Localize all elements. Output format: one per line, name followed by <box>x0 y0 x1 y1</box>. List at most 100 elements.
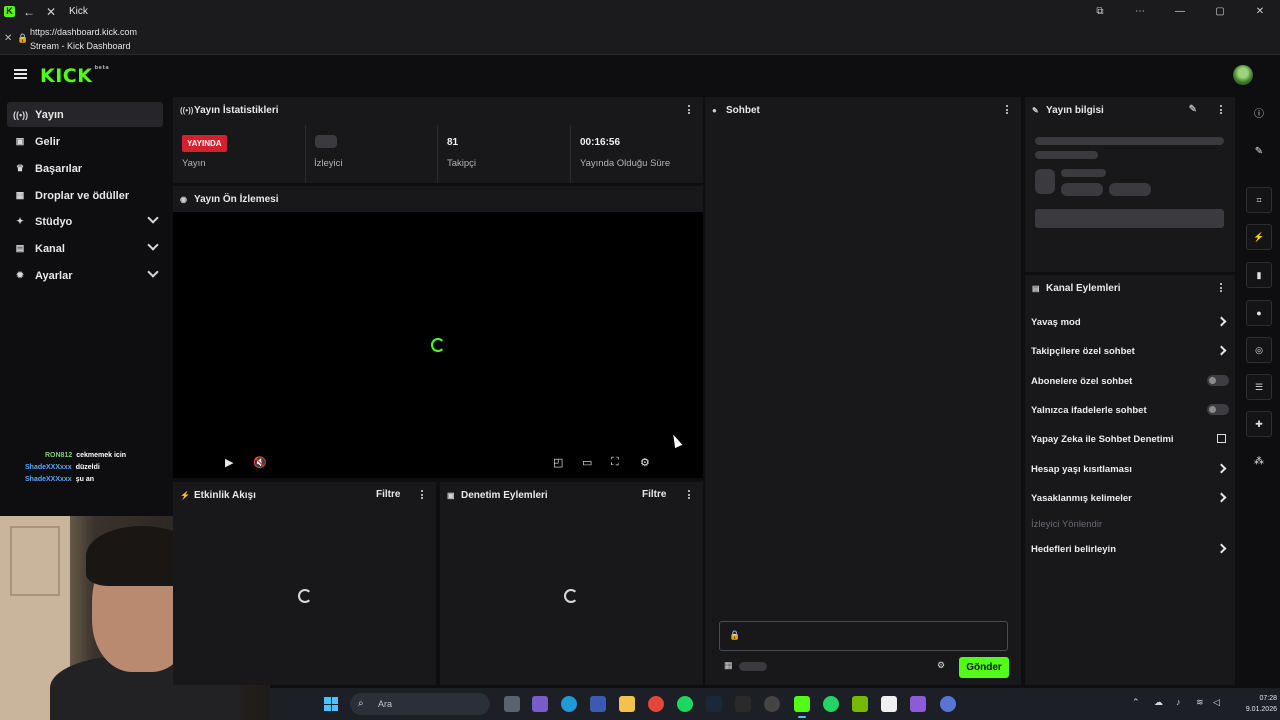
edit-pencil-icon[interactable]: ✎ <box>1189 104 1197 115</box>
kick-favicon-icon: K <box>4 6 15 17</box>
mute-icon[interactable]: 🔇 <box>253 456 267 469</box>
channel-action-banned-words[interactable]: Yasaklanmış kelimeler <box>1031 486 1229 510</box>
task-view-icon[interactable] <box>504 696 520 712</box>
broadcast-icon[interactable]: ◎ <box>1246 337 1272 363</box>
theater-mode-icon[interactable]: ▭ <box>582 456 592 469</box>
filter-button[interactable]: Filtre <box>376 489 400 500</box>
chrome-icon[interactable] <box>648 696 664 712</box>
discord-icon[interactable] <box>940 696 956 712</box>
layers-icon[interactable]: ☰ <box>1246 374 1272 400</box>
maximize-icon[interactable]: ▢ <box>1200 6 1240 17</box>
wifi-icon[interactable]: ≋ <box>1196 697 1204 708</box>
video-player[interactable]: ▶ 🔇 ◰ ▭ ⛶ ⚙ <box>173 212 703 478</box>
kebab-menu-icon[interactable] <box>688 490 691 500</box>
kick-logo[interactable]: KICK beta <box>40 65 109 87</box>
taskbar-search[interactable]: ⌕ Ara <box>350 693 490 715</box>
lightning-icon[interactable]: ⚡ <box>1246 224 1272 250</box>
channel-action-ai-moderation[interactable]: Yapay Zeka ile Sohbet Denetimi <box>1031 427 1229 451</box>
channel-action-account-age[interactable]: Hesap yaşı kısıtlaması <box>1031 457 1229 481</box>
calculator-icon[interactable] <box>735 696 751 712</box>
wrench-icon[interactable]: ✚ <box>1246 411 1272 437</box>
sidebar-item-ayarlar[interactable]: ✹ Ayarlar <box>7 263 163 288</box>
chevron-up-icon[interactable]: ⌃ <box>1132 697 1140 708</box>
volume-icon[interactable]: ◁ <box>1213 697 1220 708</box>
panel-header: ((•)) Yayın İstatistikleri <box>173 97 703 123</box>
panel-header: ▤ Kanal Eylemleri <box>1025 275 1235 301</box>
sidebar-item-basarilar[interactable]: ♛ Başarılar <box>7 156 163 181</box>
edit-pencil-icon[interactable]: ✎ <box>1246 139 1272 165</box>
chat-input[interactable]: 🔒 <box>719 621 1008 651</box>
sidebar-item-yayin[interactable]: ((•)) Yayın <box>7 102 163 127</box>
emotes-only-toggle[interactable] <box>1207 404 1229 415</box>
channel-action-slow-mode[interactable]: Yavaş mod <box>1031 310 1229 334</box>
chevron-down-icon[interactable] <box>147 239 159 251</box>
chevron-down-icon[interactable] <box>147 212 159 224</box>
fullscreen-icon[interactable]: ⛶ <box>611 456 619 469</box>
edge-browser-icon[interactable] <box>561 696 577 712</box>
microphone-icon[interactable]: ♪ <box>1176 697 1181 707</box>
close-window-icon[interactable]: ✕ <box>1240 6 1280 17</box>
chat-badge-placeholder <box>739 662 767 671</box>
subscribers-only-toggle[interactable] <box>1207 375 1229 386</box>
whatsapp-icon[interactable] <box>823 696 839 712</box>
avatar[interactable] <box>1233 65 1253 85</box>
chevron-down-icon[interactable] <box>147 266 159 278</box>
send-button[interactable]: Gönder <box>959 657 1009 678</box>
kebab-menu-icon[interactable] <box>1220 105 1223 115</box>
minimize-icon[interactable]: — <box>1160 6 1200 17</box>
lock-icon: 🔒 <box>17 33 29 43</box>
sidebar-item-droplar[interactable]: ▦ Droplar ve ödüller <box>7 183 163 208</box>
app-window-icon[interactable]: ⧉ <box>1080 6 1120 17</box>
nvidia-icon[interactable] <box>852 696 868 712</box>
file-explorer-icon[interactable] <box>619 696 635 712</box>
panel-title: Sohbet <box>726 104 760 116</box>
document-icon[interactable]: ▮ <box>1246 262 1272 288</box>
chat-settings-gear-icon[interactable]: ⚙ <box>937 660 945 671</box>
kebab-menu-icon[interactable] <box>688 105 691 115</box>
back-arrow-icon[interactable]: ← <box>21 4 37 20</box>
menu-icon[interactable] <box>14 69 27 79</box>
broadcast-icon: ((•)) <box>180 105 194 115</box>
sidebar-item-label: Droplar ve ödüller <box>35 189 130 202</box>
settings-gear-icon[interactable]: ⚙ <box>640 456 650 469</box>
eye-icon: ◉ <box>180 194 187 204</box>
play-icon[interactable]: ▶ <box>225 456 233 469</box>
kebab-menu-icon[interactable] <box>421 490 424 500</box>
stop-loading-icon[interactable]: ✕ <box>43 4 59 20</box>
sidebar-item-gelir[interactable]: ▣ Gelir <box>7 129 163 154</box>
stat-value: 00:16:56 <box>580 137 621 148</box>
windows-start-icon[interactable] <box>324 697 338 711</box>
kebab-menu-icon[interactable] <box>1220 283 1223 293</box>
close-icon[interactable]: ✕ <box>4 33 12 44</box>
panel-header: ● Sohbet <box>705 97 1021 123</box>
copilot-icon[interactable] <box>532 696 548 712</box>
chat-message: şu an <box>75 476 94 483</box>
emote-store-icon[interactable]: ▦ <box>724 660 733 671</box>
trophy-icon: ♛ <box>15 163 25 173</box>
channel-action-set-goals[interactable]: Hedefleri belirleyin <box>1031 537 1229 561</box>
sidebar-item-studyo[interactable]: ✦ Stüdyo <box>7 209 163 234</box>
browser-titlebar: K ← ✕ Kick ⧉ ⋯ — ▢ ✕ <box>0 0 1280 23</box>
channel-action-followers-only[interactable]: Takipçilere özel sohbet <box>1031 339 1229 363</box>
taskbar-clock[interactable]: 07:28 9.01.2026 <box>1227 693 1277 715</box>
chat-bubble-icon[interactable]: ● <box>1246 300 1272 326</box>
spotify-icon[interactable] <box>677 696 693 712</box>
steam-icon[interactable] <box>706 696 722 712</box>
store-icon[interactable] <box>590 696 606 712</box>
tool-rail: ⓘ ✎ ⌗ ⚡ ▮ ● ◎ ☰ ✚ ⁂ <box>1241 95 1280 685</box>
picture-in-picture-icon[interactable]: ◰ <box>553 456 563 469</box>
widgets-icon[interactable]: ⁂ <box>1246 449 1272 475</box>
n-app-icon[interactable] <box>910 696 926 712</box>
g-app-icon[interactable] <box>881 696 897 712</box>
cloud-icon[interactable]: ☁ <box>1154 697 1163 708</box>
info-icon[interactable]: ⓘ <box>1246 102 1272 128</box>
stats-panel-icon[interactable]: ⌗ <box>1246 187 1272 213</box>
kick-app-icon[interactable] <box>794 696 810 718</box>
skeleton-line <box>1035 137 1224 145</box>
filter-button[interactable]: Filtre <box>642 489 666 500</box>
more-options-icon[interactable]: ⋯ <box>1120 6 1160 17</box>
kebab-menu-icon[interactable] <box>1006 105 1009 115</box>
sidebar-item-kanal[interactable]: ▤ Kanal <box>7 236 163 261</box>
panel-title: Yayın bilgisi <box>1046 104 1104 116</box>
obs-icon[interactable] <box>764 696 780 712</box>
